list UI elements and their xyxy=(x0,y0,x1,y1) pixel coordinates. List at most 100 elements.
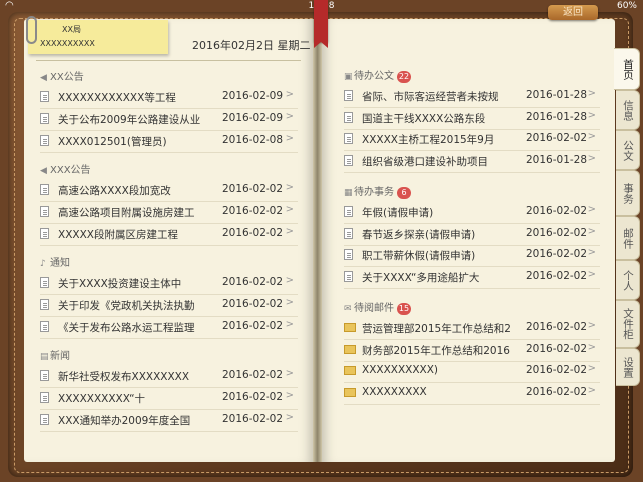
list-item[interactable]: 省际、市际客运经营者未按规 2016-01-28 > xyxy=(344,85,600,108)
document-icon xyxy=(40,135,49,146)
list-item[interactable]: 关于印发《党政机关执法执勤 2016-02-02 > xyxy=(40,294,298,317)
document-icon xyxy=(344,206,353,217)
item-title: 年假(请假申请) xyxy=(362,207,434,219)
section-title: 通知 xyxy=(50,258,70,269)
chevron-right-icon: > xyxy=(285,204,294,215)
item-title: XXXXX段附属区房建工程 xyxy=(58,229,178,241)
envelope-icon xyxy=(344,366,356,375)
count-badge: 15 xyxy=(397,303,411,315)
list-item[interactable]: XXX通知举办2009年度全国 2016-02-02 > xyxy=(40,409,298,432)
list-item[interactable]: 新华社受权发布XXXXXXXX 2016-02-02 > xyxy=(40,365,298,388)
list-item[interactable]: XXXXXXXXXX) 2016-02-02 > xyxy=(344,360,600,383)
bookmark-ribbon xyxy=(314,0,328,48)
back-button[interactable]: 返回 xyxy=(548,5,598,20)
list-item[interactable]: 关于XXXX“多用途船扩大 2016-02-02 > xyxy=(344,266,600,289)
bell-icon: ♪ xyxy=(40,259,46,269)
chevron-right-icon: > xyxy=(587,225,596,237)
chevron-right-icon: > xyxy=(285,182,294,193)
item-date: 2016-02-02 xyxy=(526,269,588,282)
tab-7[interactable]: 设置 xyxy=(616,348,640,386)
book-spine xyxy=(313,19,322,462)
list-item[interactable]: 职工带薪休假(请假申请) 2016-02-02 > xyxy=(344,244,600,267)
speaker-icon: ◀ xyxy=(40,73,47,83)
list-item[interactable]: XXXXXXXXXXXX等工程 2016-02-09 > xyxy=(40,86,298,109)
item-title: 新华社受权发布XXXXXXXX xyxy=(58,371,190,383)
chevron-right-icon: > xyxy=(285,412,294,423)
section-header: ♪ 通知 xyxy=(40,254,70,269)
item-title: 财务部2015年工作总结和2016 xyxy=(362,344,510,357)
list-item[interactable]: XXXXX段附属区房建工程 2016-02-02 > xyxy=(40,223,298,246)
list-item[interactable]: 组织省级港口建设补助项目 2016-01-28 > xyxy=(344,150,600,173)
chevron-right-icon: > xyxy=(587,363,596,374)
chevron-right-icon: > xyxy=(587,109,596,121)
list-item[interactable]: 《关于发布公路水运工程监理 2016-02-02 > xyxy=(40,316,298,339)
news-icon: ▤ xyxy=(40,352,49,362)
tab-3[interactable]: 事务 xyxy=(616,170,640,216)
item-title: 《关于发布公路水运工程监理 xyxy=(58,322,195,334)
list-item[interactable]: 关于公布2009年公路建设从业 2016-02-09 > xyxy=(40,108,298,131)
item-date: 2016-02-02 xyxy=(222,391,284,403)
document-icon xyxy=(344,154,353,166)
list-item[interactable]: 春节返乡探亲(请假申请) 2016-02-02 > xyxy=(344,223,600,246)
document-icon xyxy=(40,113,49,124)
list-item[interactable]: 营运管理部2015年工作总结和2 2016-02-02 > xyxy=(344,317,600,340)
section-title: 新闻 xyxy=(50,351,70,362)
document-icon xyxy=(40,206,49,217)
chevron-right-icon: > xyxy=(587,88,596,99)
document-icon xyxy=(344,249,353,260)
item-date: 2016-02-02 xyxy=(222,205,284,217)
list-item[interactable]: 年假(请假申请) 2016-02-02 > xyxy=(344,201,600,224)
item-date: 2016-02-02 xyxy=(526,342,588,355)
tab-6[interactable]: 文件柜 xyxy=(616,300,640,348)
clipboard-icon: ▦ xyxy=(344,188,353,198)
chevron-right-icon: > xyxy=(285,368,294,379)
envelope-icon xyxy=(344,323,356,332)
list-item[interactable]: 国道主干线XXXX公路东段 2016-01-28 > xyxy=(344,107,600,130)
tab-2[interactable]: 公文 xyxy=(616,130,640,170)
tab-1[interactable]: 信息 xyxy=(616,90,640,130)
item-title: 营运管理部2015年工作总结和2 xyxy=(362,323,511,335)
section-title: XXX公告 xyxy=(50,165,91,176)
item-date: 2016-02-02 xyxy=(222,298,284,310)
list-item[interactable]: XXXX012501(管理员) 2016-02-08 > xyxy=(40,130,298,153)
chevron-right-icon: > xyxy=(285,297,294,308)
document-icon xyxy=(40,321,49,332)
list-item[interactable]: XXXXX主桥工程2015年9月 2016-02-02 > xyxy=(344,128,600,151)
item-date: 2016-01-28 xyxy=(526,153,588,166)
list-item[interactable]: XXXXXXXXX 2016-02-02 > xyxy=(344,382,600,405)
list-item[interactable]: 高速公路XXXX段加宽改 2016-02-02 > xyxy=(40,179,298,202)
item-title: XXXXXXXXXX“十 xyxy=(58,393,146,405)
section-title: 待办公文 xyxy=(354,71,394,82)
item-title: 关于公布2009年公路建设从业 xyxy=(58,114,201,126)
sticky-line-1: XX局 xyxy=(62,25,81,34)
list-item[interactable]: XXXXXXXXXX“十 2016-02-02 > xyxy=(40,387,298,410)
tab-5[interactable]: 个人 xyxy=(616,260,640,300)
tab-0[interactable]: 首页 xyxy=(614,48,640,90)
chevron-right-icon: > xyxy=(587,384,596,396)
document-icon xyxy=(40,91,49,102)
chevron-right-icon: > xyxy=(587,268,596,280)
sticky-line-2: XXXXXXXXXX xyxy=(40,39,95,48)
item-date: 2016-02-02 xyxy=(526,364,588,376)
tab-4[interactable]: 邮件 xyxy=(616,216,640,260)
document-icon xyxy=(40,299,49,310)
item-title: 高速公路项目附属设施房建工 xyxy=(58,207,195,219)
chevron-right-icon: > xyxy=(285,390,294,401)
list-item[interactable]: 财务部2015年工作总结和2016 2016-02-02 > xyxy=(344,339,600,362)
item-date: 2016-02-02 xyxy=(222,227,284,239)
item-date: 2016-02-02 xyxy=(222,413,284,425)
item-title: 国道主干线XXXX公路东段 xyxy=(362,112,486,125)
envelope-icon xyxy=(344,344,356,354)
list-item[interactable]: 高速公路项目附属设施房建工 2016-02-02 > xyxy=(40,201,298,224)
chevron-right-icon: > xyxy=(587,247,596,258)
envelope-icon xyxy=(344,387,356,397)
sticky-note: XX局 XXXXXXXXXX xyxy=(28,20,168,54)
item-date: 2016-02-02 xyxy=(526,205,588,217)
document-icon xyxy=(344,270,353,282)
list-item[interactable]: 关于XXXX投资建设主体中 2016-02-02 > xyxy=(40,272,298,295)
item-title: 组织省级港口建设补助项目 xyxy=(362,155,488,168)
item-date: 2016-02-02 xyxy=(222,276,284,288)
chevron-right-icon: > xyxy=(587,131,596,142)
item-title: XXXX012501(管理员) xyxy=(58,136,167,148)
item-title: 关于XXXX“多用途船扩大 xyxy=(362,271,480,284)
